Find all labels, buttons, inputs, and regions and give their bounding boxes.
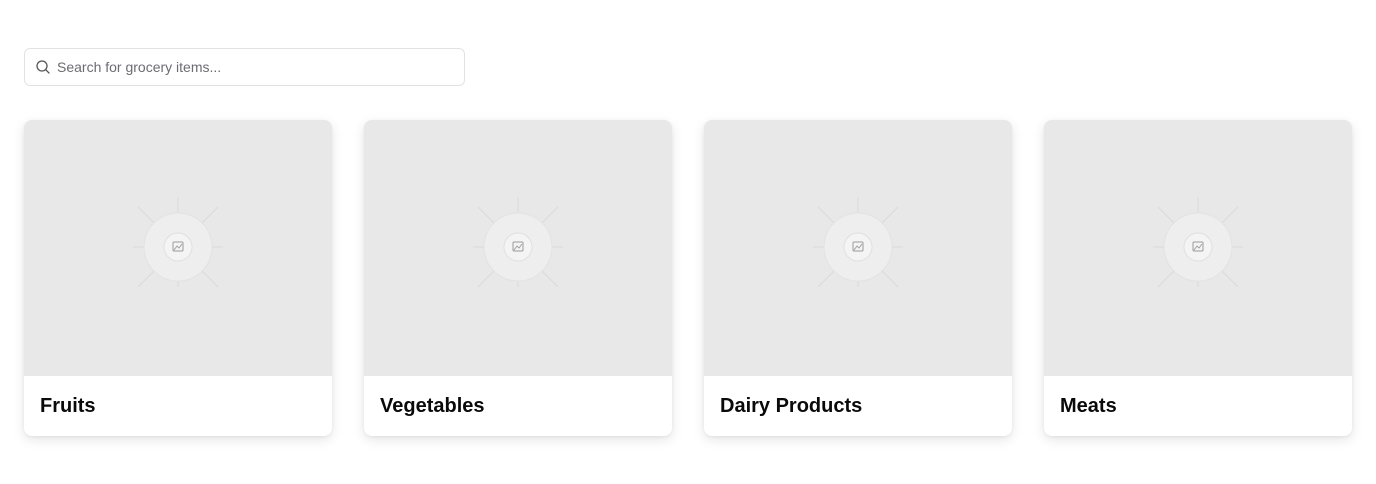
- category-card-dairy-products[interactable]: Dairy Products: [704, 120, 1012, 436]
- card-image-placeholder: [704, 120, 1012, 376]
- search-input[interactable]: [57, 49, 457, 85]
- category-title: Meats: [1060, 394, 1117, 417]
- category-card-fruits[interactable]: Fruits: [24, 120, 332, 436]
- category-title: Dairy Products: [720, 394, 863, 417]
- image-placeholder-icon: [813, 197, 903, 288]
- card-image-placeholder: [24, 120, 332, 376]
- card-image-placeholder: [1044, 120, 1352, 376]
- search-bar[interactable]: [24, 48, 465, 86]
- category-title: Fruits: [40, 394, 96, 417]
- category-grid: Fruits Vegetables Dairy Products Meats: [24, 120, 1352, 436]
- card-image-placeholder: [364, 120, 672, 376]
- category-card-meats[interactable]: Meats: [1044, 120, 1352, 436]
- image-placeholder-icon: [473, 197, 563, 288]
- category-title: Vegetables: [380, 394, 485, 417]
- image-placeholder-icon: [133, 197, 223, 288]
- category-card-vegetables[interactable]: Vegetables: [364, 120, 672, 436]
- page: Fruits Vegetables: [0, 0, 1376, 484]
- search-icon: [36, 60, 50, 74]
- image-placeholder-icon: [1153, 197, 1243, 288]
